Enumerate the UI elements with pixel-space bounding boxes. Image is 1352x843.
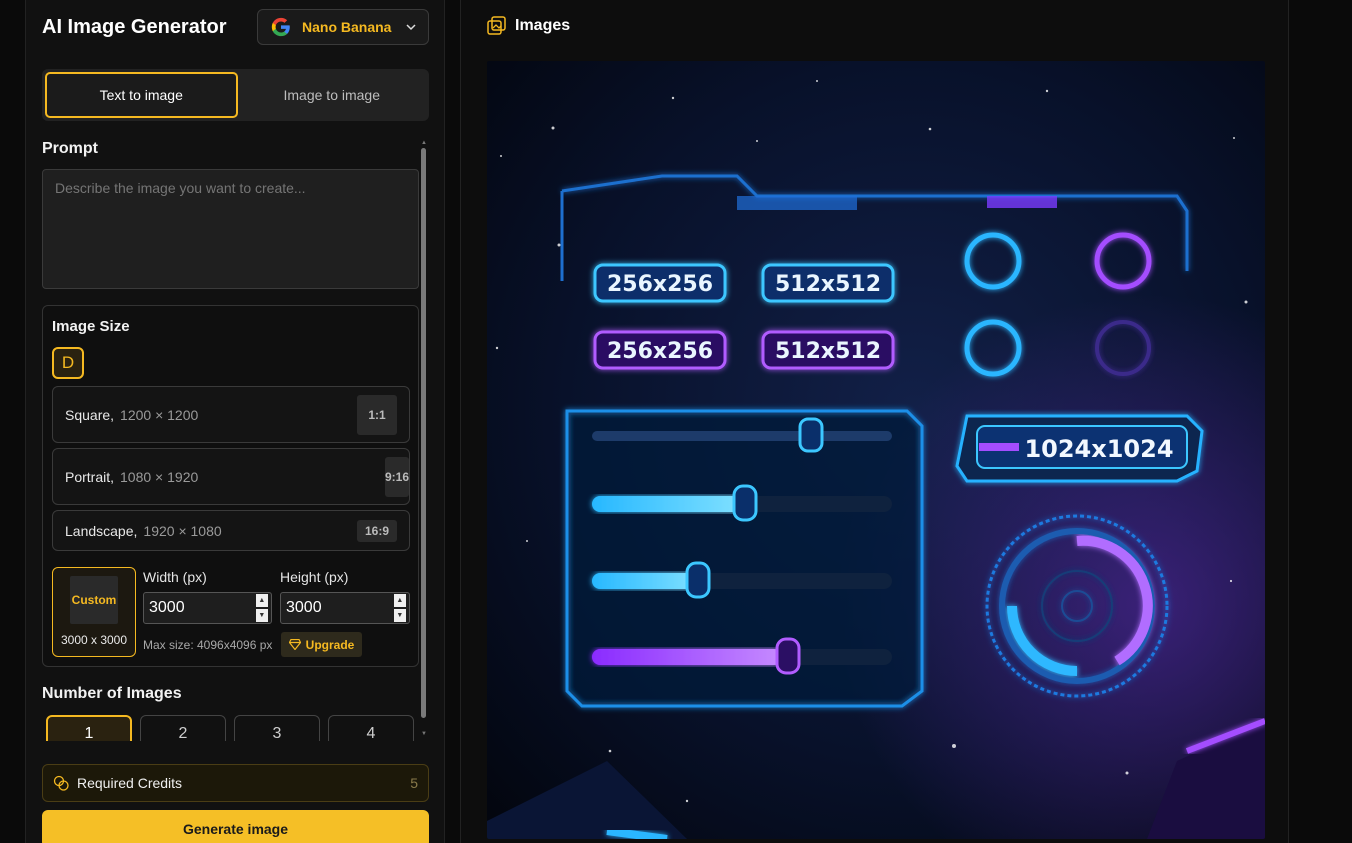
scrollbar-thumb[interactable]	[421, 148, 426, 718]
preset-name: Square,	[65, 406, 115, 423]
tab-text-to-image[interactable]: Text to image	[45, 72, 238, 118]
num-images-options: 1 2 3 4	[46, 715, 414, 741]
images-icon	[487, 16, 506, 35]
custom-preview: Custom	[70, 576, 118, 624]
required-credits-bar: Required Credits 5	[42, 764, 429, 802]
preset-name: Landscape,	[65, 522, 138, 539]
height-spinner[interactable]: ▲ ▼	[393, 594, 406, 622]
ratio-badge: 16:9	[357, 519, 397, 542]
height-input[interactable]: ▲▼	[280, 592, 410, 624]
label-512-cyan: 512x512	[775, 272, 881, 297]
label-512-purple: 512x512	[775, 339, 881, 364]
label-256-cyan: 256x256	[607, 272, 713, 297]
model-select[interactable]: Nano Banana	[257, 9, 429, 45]
ratio-badge: 9:16	[385, 456, 409, 497]
page: AI Image Generator Nano Banana Text to i…	[0, 0, 1352, 843]
images-panel: Images 256x256 512x512 256x256 512x512 1…	[460, 0, 1289, 843]
settings-scroll-area: Prompt Image Size D Square, 1200 × 1200 …	[42, 137, 428, 741]
generated-image[interactable]: 256x256 512x512 256x256 512x512 1024x102…	[487, 61, 1265, 839]
upgrade-label: Upgrade	[305, 637, 355, 652]
decrement-icon[interactable]: ▼	[255, 609, 268, 622]
ratio-badge: 1:1	[357, 394, 397, 435]
increment-icon[interactable]: ▲	[255, 594, 268, 607]
image-size-card: Image Size D Square, 1200 × 1200 1:1 Por…	[42, 305, 419, 667]
preset-custom[interactable]: Custom 3000 x 3000	[52, 567, 136, 657]
model-name: Nano Banana	[302, 19, 392, 35]
chevron-down-icon	[406, 24, 416, 31]
credits-value: 5	[410, 775, 418, 791]
label-256-purple: 256x256	[607, 339, 713, 364]
preset-landscape[interactable]: Landscape, 1920 × 1080 16:9	[52, 510, 410, 551]
preset-portrait[interactable]: Portrait, 1080 × 1920 9:16	[52, 448, 410, 505]
images-title: Images	[515, 17, 571, 34]
count-option-3[interactable]: 3	[234, 715, 320, 741]
preset-dims: 1920 × 1080	[143, 522, 222, 539]
custom-dims: 3000 x 3000	[60, 633, 128, 647]
preset-dims: 1080 × 1920	[120, 468, 199, 485]
image-size-title: Image Size	[52, 318, 130, 335]
label-1024: 1024x1024	[1024, 435, 1173, 463]
preset-name: Portrait,	[65, 468, 115, 485]
custom-label: Custom	[71, 593, 117, 607]
scroll-down-arrow[interactable]: ▼	[421, 731, 427, 737]
count-option-2[interactable]: 2	[140, 715, 226, 741]
upgrade-button[interactable]: Upgrade	[281, 632, 362, 657]
dimension-badge[interactable]: D	[52, 347, 84, 379]
height-label: Height (px)	[280, 569, 349, 585]
height-value[interactable]	[281, 599, 394, 617]
credits-label: Required Credits	[77, 775, 183, 791]
decrement-icon[interactable]: ▼	[393, 609, 406, 622]
increment-icon[interactable]: ▲	[393, 594, 406, 607]
preset-square[interactable]: Square, 1200 × 1200 1:1	[52, 386, 410, 443]
images-header: Images	[487, 16, 570, 36]
preset-dims: 1200 × 1200	[120, 406, 199, 423]
count-option-4[interactable]: 4	[328, 715, 414, 741]
prompt-input[interactable]	[42, 169, 419, 289]
google-g-icon	[271, 17, 290, 37]
mode-tabs: Text to image Image to image	[42, 69, 429, 121]
coins-icon	[53, 775, 69, 791]
tab-image-to-image[interactable]: Image to image	[238, 72, 427, 118]
max-size-note: Max size: 4096x4096 px	[143, 638, 273, 652]
width-input[interactable]: ▲▼	[143, 592, 272, 624]
generated-image-art: 256x256 512x512 256x256 512x512 1024x102…	[487, 61, 1265, 839]
generate-image-button[interactable]: Generate image	[42, 810, 429, 843]
prompt-title: Prompt	[42, 140, 98, 157]
gem-icon	[288, 639, 301, 650]
app-title: AI Image Generator	[42, 16, 227, 38]
count-option-1[interactable]: 1	[46, 715, 132, 741]
scroll-up-arrow[interactable]: ▲	[421, 140, 427, 146]
width-label: Width (px)	[143, 569, 207, 585]
width-spinner[interactable]: ▲ ▼	[255, 594, 268, 622]
width-value[interactable]	[144, 599, 256, 617]
settings-panel: AI Image Generator Nano Banana Text to i…	[25, 0, 445, 843]
num-images-title: Number of Images	[42, 685, 182, 702]
